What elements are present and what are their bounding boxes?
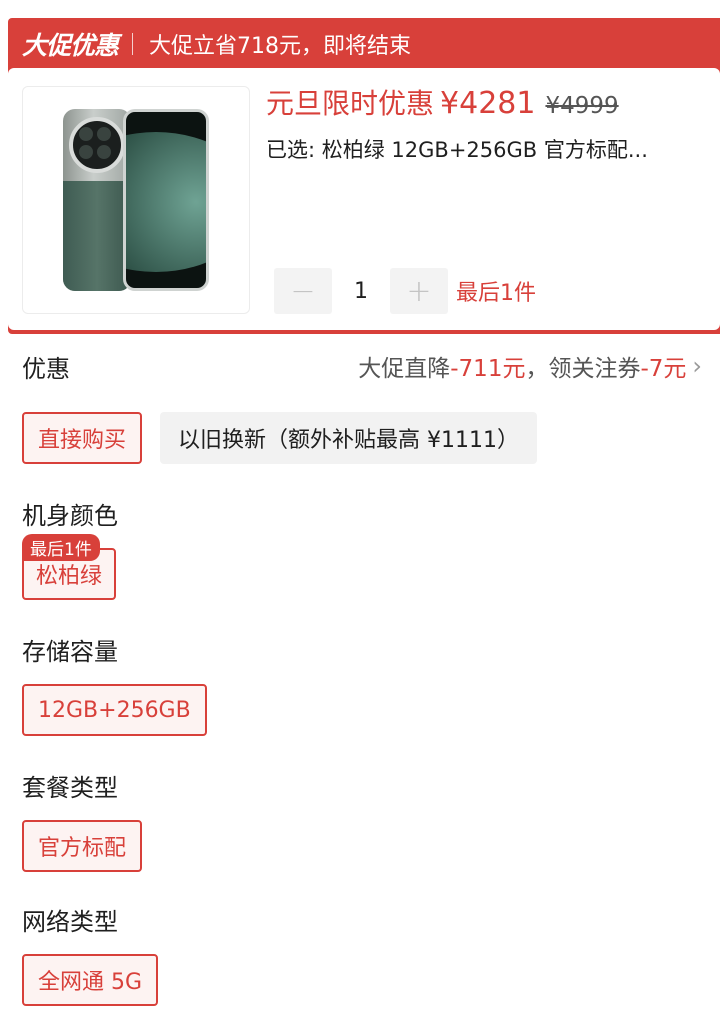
color-stock-badge: 最后1件	[22, 534, 100, 561]
discount-part1: 大促直降	[358, 356, 451, 382]
stock-note: 最后1件	[456, 281, 536, 306]
quantity-increase-button[interactable]: +	[390, 268, 448, 314]
purchase-mode-options: 直接购买 以旧换新（额外补贴最高 ¥1111）	[22, 412, 537, 464]
network-option-wrapper: 全网通 5G	[22, 954, 159, 1006]
package-option-wrapper: 官方标配	[22, 820, 143, 872]
network-section-title: 网络类型	[22, 908, 118, 936]
quantity-stepper: − 1 + 最后1件	[274, 268, 536, 314]
discount-title: 优惠	[22, 354, 70, 383]
current-price: ¥4281	[440, 86, 536, 121]
original-price: ¥4999	[545, 93, 619, 119]
discount-amount1: -711元	[450, 356, 526, 382]
promo-tag: 大促优惠	[22, 31, 119, 60]
discount-row[interactable]: 优惠 大促直降 -711元 ， 领关注券 -7元 ›	[22, 346, 702, 386]
price-line: 元旦限时优惠 ¥4281 ¥4999	[266, 82, 619, 122]
quantity-decrease-button[interactable]: −	[274, 268, 332, 314]
camera-module-icon	[69, 117, 125, 173]
phone-front-illustration	[123, 109, 209, 291]
direct-buy-option[interactable]: 直接购买	[22, 412, 143, 464]
promo-header: 大促优惠 大促立省718元，即将结束	[22, 28, 411, 60]
network-option[interactable]: 全网通 5G	[22, 954, 159, 1006]
chevron-right-icon: ›	[692, 352, 702, 380]
trade-in-option[interactable]: 以旧换新（额外补贴最高 ¥1111）	[160, 412, 537, 464]
color-option-wrapper: 松柏绿 最后1件	[22, 534, 117, 600]
promo-countdown-text: 大促立省718元，即将结束	[149, 34, 412, 59]
selected-spec-summary: 已选: 松柏绿 12GB+256GB 官方标配...	[266, 138, 648, 162]
package-option[interactable]: 官方标配	[22, 820, 143, 872]
storage-section-title: 存储容量	[22, 638, 118, 666]
quantity-value[interactable]: 1	[332, 279, 390, 304]
discount-comma: ，	[525, 356, 549, 382]
price-label: 元旦限时优惠	[266, 87, 435, 120]
discount-part2: 领关注券	[548, 356, 641, 382]
product-image[interactable]	[22, 86, 250, 314]
color-section-title: 机身颜色	[22, 502, 118, 530]
discount-amount2: -7元	[640, 356, 687, 382]
promo-banner: 大促优惠 大促立省718元，即将结束 元旦限时优惠 ¥4281 ¥4999 已选…	[8, 18, 720, 334]
discount-detail: 大促直降 -711元 ， 领关注券 -7元 ›	[358, 349, 702, 383]
storage-option-wrapper: 12GB+256GB	[22, 684, 207, 736]
storage-option[interactable]: 12GB+256GB	[22, 684, 207, 736]
promo-divider	[132, 33, 134, 55]
package-section-title: 套餐类型	[22, 774, 118, 802]
phone-back-illustration	[63, 109, 131, 291]
product-summary-card: 元旦限时优惠 ¥4281 ¥4999 已选: 松柏绿 12GB+256GB 官方…	[8, 68, 720, 330]
